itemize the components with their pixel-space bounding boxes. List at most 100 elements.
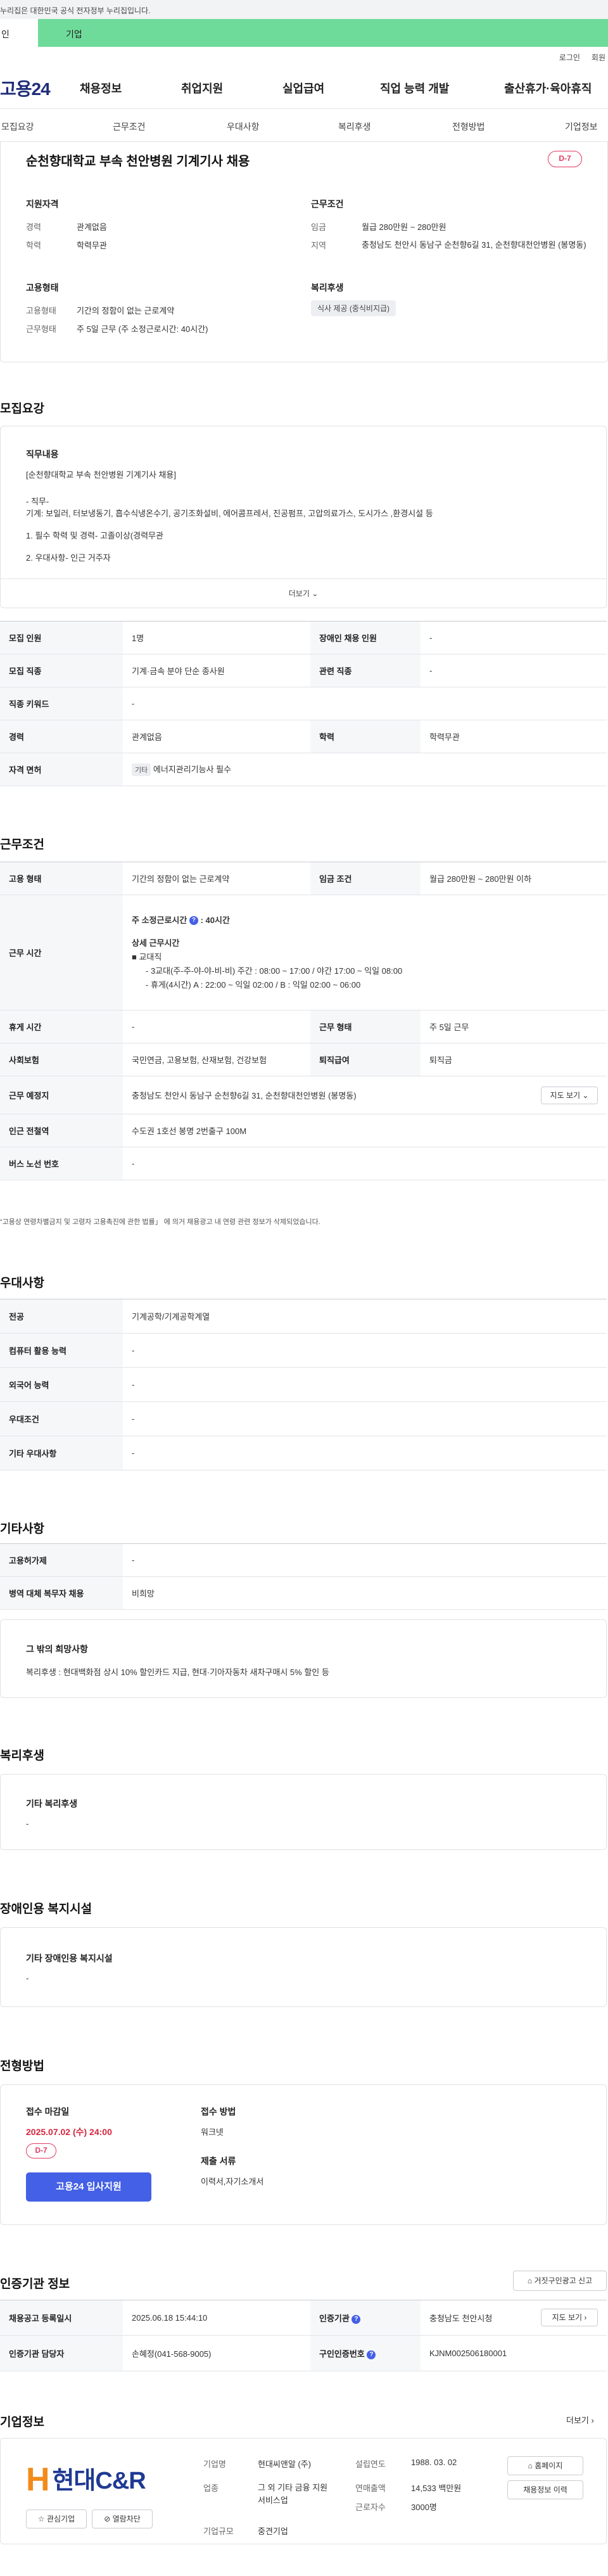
- map-button[interactable]: 지도 보기 ⌄: [541, 1087, 598, 1104]
- language-label: 외국어 능력: [0, 1367, 123, 1402]
- work-form-label: 근무 형태: [310, 1010, 421, 1043]
- table-row: 병역 대체 복무자 채용 비희망: [0, 1576, 607, 1610]
- cert-agency-value: 충청남도 천안시청: [429, 2314, 493, 2323]
- break-value: -: [123, 1010, 310, 1043]
- staff-value: 3000명: [411, 2503, 437, 2512]
- age-notice: “고용상 연령차별금지 및 고령자 고용촉진에 관한 법률」 에 의거 채용광고…: [0, 1218, 320, 1226]
- subnav-welfare[interactable]: 복리후생: [338, 120, 371, 133]
- career-label: 경력: [26, 222, 41, 232]
- subnav-company[interactable]: 기업정보: [565, 120, 598, 133]
- duty-line-3: 기계: 보일러, 터보냉동기, 흡수식냉온수기, 공기조화설비, 에어콤프레서,…: [26, 509, 433, 518]
- tab-business[interactable]: 기업: [38, 19, 608, 47]
- career-value: 관계없음: [77, 222, 107, 232]
- employment-heading: 고용형태: [26, 283, 59, 293]
- wage-label: 임금: [311, 222, 326, 232]
- license-tag: 기타: [132, 763, 151, 776]
- qualification-heading: 지원자격: [26, 199, 59, 209]
- summary-card: 순천향대학교 부속 천안병원 기계기사 채용 D-7 지원자격 경력 관계없음 …: [0, 142, 608, 362]
- etc-section-title: 기타사항: [0, 1522, 44, 1536]
- subnav-conditions[interactable]: 근무조건: [113, 120, 146, 133]
- bus-label: 버스 노선 번호: [0, 1147, 123, 1180]
- hours-detail-heading: 상세 근무시간: [132, 938, 180, 948]
- homepage-button-label: 홈페이지: [535, 2461, 563, 2470]
- jobs-history-button[interactable]: 채용정보 이력: [507, 2480, 583, 2499]
- table-row: 버스 노선 번호 -: [0, 1147, 607, 1180]
- hours-main-value: : 40시간: [200, 915, 230, 925]
- site-logo[interactable]: 고용24: [0, 75, 76, 101]
- industry-label: 업종: [203, 2484, 218, 2493]
- screening-card: 접수 마감일 2025.07.02 (수) 24:00 D-7 고용24 입사지…: [0, 2084, 607, 2225]
- manager-value: 손혜정(041-568-9005): [123, 2335, 310, 2371]
- company-name-label: 기업명: [203, 2459, 226, 2469]
- gnb-item-employment-support[interactable]: 취업지원: [181, 80, 282, 96]
- company-logo-mark: H: [26, 2461, 50, 2498]
- registered-label: 채용공고 등록일시: [0, 2300, 123, 2336]
- map-button-label: 지도 보기: [550, 1091, 581, 1100]
- hours-detail-1: ■ 교대직: [132, 952, 162, 962]
- homepage-button[interactable]: ⌂ 홈페이지: [507, 2456, 583, 2475]
- industry-value: 그 외 기타 금융 지원 서비스업: [258, 2483, 328, 2505]
- keyword-label: 직종 키워드: [0, 687, 123, 720]
- computer-skill-value: -: [123, 1333, 607, 1368]
- founded-label: 설립연도: [355, 2459, 386, 2469]
- duty-heading: 직무내용: [26, 449, 59, 459]
- gov-banner-text: 누리집은 대한민국 공식 전자정부 누리집입니다.: [0, 6, 151, 15]
- block-company-button[interactable]: ⊘ 열람차단: [92, 2509, 153, 2528]
- report-button[interactable]: ⌂ 거짓구인광고 신고: [513, 2271, 607, 2291]
- education-value: 학력무관: [77, 241, 107, 250]
- apply-button[interactable]: 고용24 입사지원: [26, 2172, 151, 2202]
- gnb-item-training[interactable]: 직업 능력 개발: [380, 80, 504, 96]
- duty-more-button[interactable]: 더보기 ⌄: [1, 578, 606, 608]
- gnb-item-jobs[interactable]: 채용정보: [80, 80, 181, 96]
- login-link[interactable]: 로그인: [559, 52, 580, 63]
- gnb-item-leave[interactable]: 출산휴가·육아휴직: [504, 80, 592, 96]
- employment-type-value: 기간의 정함이 없는 근로계약: [123, 862, 310, 895]
- signup-link[interactable]: 회원: [592, 52, 605, 63]
- subnav-preference[interactable]: 우대사항: [227, 120, 260, 133]
- hours-main-prefix: 주 소정근로시간: [132, 915, 187, 925]
- info-icon[interactable]: ?: [189, 916, 198, 926]
- subnav-recruit[interactable]: 모집요강: [1, 120, 34, 133]
- info-icon[interactable]: ?: [367, 2350, 376, 2359]
- benefit-section-title: 복리후생: [0, 1749, 44, 1763]
- gov-banner: 누리집은 대한민국 공식 전자정부 누리집입니다.: [0, 0, 608, 19]
- location-value: 충청남도 천안시 동남구 순천향6길 31, 순천향대천안병원 (봉명동): [132, 1091, 357, 1100]
- cert-agency-label: 인증기관: [319, 2314, 350, 2323]
- info-icon[interactable]: ?: [352, 2314, 361, 2324]
- subnav-screening[interactable]: 전형방법: [452, 120, 485, 133]
- dday-badge: D-7: [548, 151, 582, 167]
- table-row: 인증기관 담당자 손혜정(041-568-9005) 구인인증번호 ? KJNM…: [0, 2335, 607, 2371]
- favorite-company-button[interactable]: ☆ 관심기업: [26, 2509, 87, 2528]
- table-row: 외국어 능력 -: [0, 1367, 607, 1402]
- other-preference-label: 기타 우대사항: [0, 1436, 123, 1470]
- manager-label: 인증기관 담당자: [0, 2335, 123, 2371]
- company-size-label: 기업규모: [203, 2527, 234, 2536]
- location-label: 근무 예정지: [0, 1076, 123, 1114]
- insurance-value: 국민연금, 고용보험, 산재보험, 건강보험: [123, 1043, 310, 1076]
- related-occupation-label: 관련 직종: [310, 654, 421, 687]
- report-button-label: 거짓구인광고 신고: [534, 2276, 593, 2285]
- cert-section-title: 인증기관 정보: [0, 2278, 70, 2291]
- education-label: 학력: [26, 241, 41, 250]
- cert-map-button[interactable]: 지도 보기 ›: [541, 2309, 598, 2326]
- tab-individual[interactable]: 인: [0, 19, 38, 47]
- work-type-value: 주 5일 근무 (주 소정근로시간: 40시간): [77, 324, 208, 334]
- occupation-value: 기계·금속 분야 단순 종사원: [123, 654, 310, 687]
- preference-cond-value: -: [123, 1401, 607, 1436]
- gnb-item-unemployment[interactable]: 실업급여: [282, 80, 380, 96]
- table-row: 직종 키워드 -: [0, 687, 607, 720]
- employment-type-value: 기간의 정함이 없는 근로계약: [77, 306, 175, 316]
- computer-skill-label: 컴퓨터 활용 능력: [0, 1333, 123, 1368]
- career-value: 관계없음: [123, 720, 310, 753]
- method-value: 워크넷: [201, 2127, 224, 2137]
- section-subnav: 모집요강 근무조건 우대사항 복리후생 전형방법 기업정보: [0, 109, 608, 142]
- other-preference-value: -: [123, 1436, 607, 1470]
- table-row: 우대조건 -: [0, 1401, 607, 1436]
- insurance-label: 사회보험: [0, 1043, 123, 1076]
- education-label: 학력: [310, 720, 421, 753]
- screening-dday-badge: D-7: [26, 2143, 56, 2158]
- etc-box-heading: 그 밖의 희망사항: [26, 1644, 88, 1654]
- table-row: 전공 기계공학/기계공학계열: [0, 1299, 607, 1334]
- company-more-link[interactable]: 더보기 ›: [566, 2414, 594, 2426]
- table-row: 모집 직종 기계·금속 분야 단순 종사원 관련 직종 -: [0, 654, 607, 687]
